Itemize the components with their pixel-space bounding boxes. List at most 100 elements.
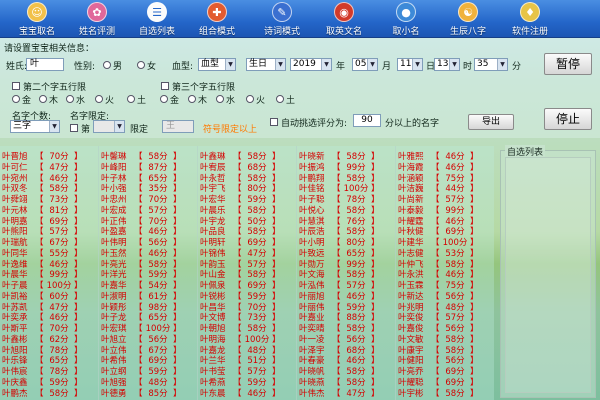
name-row[interactable]: 叶玉霖【 75分】 <box>396 281 494 292</box>
name-row[interactable]: 叶亮乔【 69分】 <box>396 367 494 378</box>
name-row[interactable]: 叶希燕【 59分】 <box>198 378 296 389</box>
third-wood-radio[interactable] <box>188 95 196 103</box>
name-row[interactable]: 叶子林【 65分】 <box>99 174 197 185</box>
toolbar-bazi[interactable]: ☯ 生辰八字 <box>436 0 500 38</box>
second-fire-radio[interactable] <box>95 95 103 103</box>
name-row[interactable]: 叶泓伟【 57分】 <box>297 281 395 292</box>
name-row[interactable]: 叶正伟【 70分】 <box>99 217 197 228</box>
name-row[interactable]: 叶宏琪【100分】 <box>99 324 197 335</box>
limit-char-input[interactable]: 王 <box>162 120 194 133</box>
toolbar-poetry-mode[interactable]: ✎ 诗词模式 <box>250 0 314 38</box>
name-row[interactable]: 叶丽旭【 46分】 <box>297 292 395 303</box>
name-count-select[interactable]: 三字 ▼ <box>10 120 60 133</box>
name-row[interactable]: 叶伟明【 56分】 <box>99 238 197 249</box>
auto-pick-score-input[interactable]: 90 <box>353 114 381 127</box>
name-row[interactable]: 叶韵玉【 57分】 <box>198 260 296 271</box>
name-row[interactable]: 叶文海【 58分】 <box>297 270 395 281</box>
name-row[interactable]: 叶宏华【 59分】 <box>198 195 296 206</box>
name-row[interactable]: 叶可仁【 47分】 <box>0 163 98 174</box>
name-row[interactable]: 叶致远【 65分】 <box>297 249 395 260</box>
name-row[interactable]: 叶秋健【 69分】 <box>396 227 494 238</box>
name-row[interactable]: 叶尚新【 57分】 <box>396 195 494 206</box>
name-row[interactable]: 叶一凌【 56分】 <box>297 335 395 346</box>
third-char-limit-checkbox[interactable] <box>161 82 169 90</box>
name-row[interactable]: 叶雅熙【 46分】 <box>396 152 494 163</box>
name-row[interactable]: 叶馨琳【 58分】 <box>99 152 197 163</box>
name-row[interactable]: 叶宥辰【 68分】 <box>198 163 296 174</box>
second-metal-radio[interactable] <box>12 95 20 103</box>
name-row[interactable]: 叶锦伟【 47分】 <box>198 249 296 260</box>
name-row[interactable]: 叶双冬【 58分】 <box>0 184 98 195</box>
third-earth-radio[interactable] <box>276 95 284 103</box>
name-row[interactable]: 叶晓新【 58分】 <box>297 152 395 163</box>
gender-female-radio[interactable] <box>137 61 145 69</box>
name-row[interactable]: 叶慧淇【 76分】 <box>297 217 395 228</box>
pause-button[interactable]: 暂停 <box>544 53 592 75</box>
name-row[interactable]: 叶小强【 35分】 <box>99 184 197 195</box>
name-row[interactable]: 叶德勇【 85分】 <box>99 389 197 400</box>
name-row[interactable]: 叶子晨【100分】 <box>0 281 98 292</box>
toolbar-english-name[interactable]: ◉ 取英文名 <box>312 0 376 38</box>
name-row[interactable]: 叶兆明【 48分】 <box>396 303 494 314</box>
name-row[interactable]: 叶亮光【 58分】 <box>99 260 197 271</box>
name-row[interactable]: 叶晋旭【 70分】 <box>0 152 98 163</box>
month-select[interactable]: 05 ▼ <box>352 58 378 71</box>
second-char-limit-checkbox[interactable] <box>12 82 20 90</box>
name-row[interactable]: 叶东晨【 46分】 <box>198 389 296 400</box>
name-row[interactable]: 叶丽伟【 59分】 <box>297 303 395 314</box>
name-row[interactable]: 叶鑫琳【 58分】 <box>198 152 296 163</box>
name-row[interactable]: 叶宇龙【 50分】 <box>198 217 296 228</box>
name-row[interactable]: 叶海霞【 46分】 <box>396 163 494 174</box>
name-row[interactable]: 叶希伟【 69分】 <box>99 356 197 367</box>
name-row[interactable]: 叶晓燕【 58分】 <box>297 378 395 389</box>
name-row[interactable]: 叶忠州【 70分】 <box>99 195 197 206</box>
name-row[interactable]: 叶仲飞【 58分】 <box>396 260 494 271</box>
name-row[interactable]: 叶朝旭【 58分】 <box>198 324 296 335</box>
name-row[interactable]: 叶志健【 53分】 <box>396 249 494 260</box>
name-row[interactable]: 叶盈嘉【 46分】 <box>99 227 197 238</box>
name-row[interactable]: 叶庆鑫【 59分】 <box>0 378 98 389</box>
name-row[interactable]: 叶锐彬【 59分】 <box>198 292 296 303</box>
name-row[interactable]: 叶涵颖【 75分】 <box>396 174 494 185</box>
second-wood-radio[interactable] <box>39 95 47 103</box>
name-row[interactable]: 叶悦心【 58分】 <box>297 206 395 217</box>
name-row[interactable]: 叶嘉华【 54分】 <box>99 281 197 292</box>
name-row[interactable]: 叶康宇【 58分】 <box>396 346 494 357</box>
name-row[interactable]: 叶辰浩【 58分】 <box>297 227 395 238</box>
name-row[interactable]: 叶斯平【 70分】 <box>0 324 98 335</box>
name-row[interactable]: 叶勋万【 99分】 <box>297 260 395 271</box>
second-earth-radio[interactable] <box>127 95 135 103</box>
name-row[interactable]: 叶鹏翔【 58分】 <box>297 174 395 185</box>
toolbar-combination-mode[interactable]: ✚ 组合模式 <box>185 0 249 38</box>
name-row[interactable]: 叶明海【100分】 <box>198 335 296 346</box>
name-row[interactable]: 叶宇飞【 80分】 <box>198 184 296 195</box>
name-row[interactable]: 叶品良【 58分】 <box>198 227 296 238</box>
name-row[interactable]: 叶文博【 73分】 <box>198 313 296 324</box>
year-select[interactable]: 2019 ▼ <box>290 58 332 71</box>
name-row[interactable]: 叶永洪【 46分】 <box>396 270 494 281</box>
name-row[interactable]: 叶奕承【 46分】 <box>0 313 98 324</box>
name-row[interactable]: 叶子聪【 78分】 <box>297 195 395 206</box>
name-row[interactable]: 叶晨华【 99分】 <box>0 270 98 281</box>
stop-button[interactable]: 停止 <box>544 108 592 130</box>
name-row[interactable]: 叶奕晴【 58分】 <box>297 324 395 335</box>
toolbar-register[interactable]: ♦ 软件注册 <box>498 0 562 38</box>
name-row[interactable]: 叶书莹【 57分】 <box>198 367 296 378</box>
third-metal-radio[interactable] <box>160 95 168 103</box>
name-row[interactable]: 叶明嘉【 69分】 <box>0 217 98 228</box>
name-limit-checkbox[interactable] <box>70 124 78 132</box>
name-limit-position-select[interactable]: ▼ <box>93 120 125 133</box>
name-row[interactable]: 叶嘉业【 88分】 <box>297 313 395 324</box>
name-row[interactable]: 叶颖彤【 98分】 <box>99 303 197 314</box>
name-row[interactable]: 叶立纲【 59分】 <box>99 367 197 378</box>
name-row[interactable]: 叶晨乐【 58分】 <box>198 206 296 217</box>
hour-select[interactable]: 13 ▼ <box>434 58 460 71</box>
name-row[interactable]: 叶立伟【 67分】 <box>99 346 197 357</box>
name-row[interactable]: 叶元林【 81分】 <box>0 206 98 217</box>
name-row[interactable]: 叶耀聪【 69分】 <box>396 378 494 389</box>
name-row[interactable]: 叶嘉俊【 56分】 <box>396 324 494 335</box>
name-row[interactable]: 叶嘉龙【 48分】 <box>198 346 296 357</box>
name-row[interactable]: 叶建华【100分】 <box>396 238 494 249</box>
name-row[interactable]: 叶振鸿【 99分】 <box>297 163 395 174</box>
minute-select[interactable]: 35 ▼ <box>474 58 508 71</box>
